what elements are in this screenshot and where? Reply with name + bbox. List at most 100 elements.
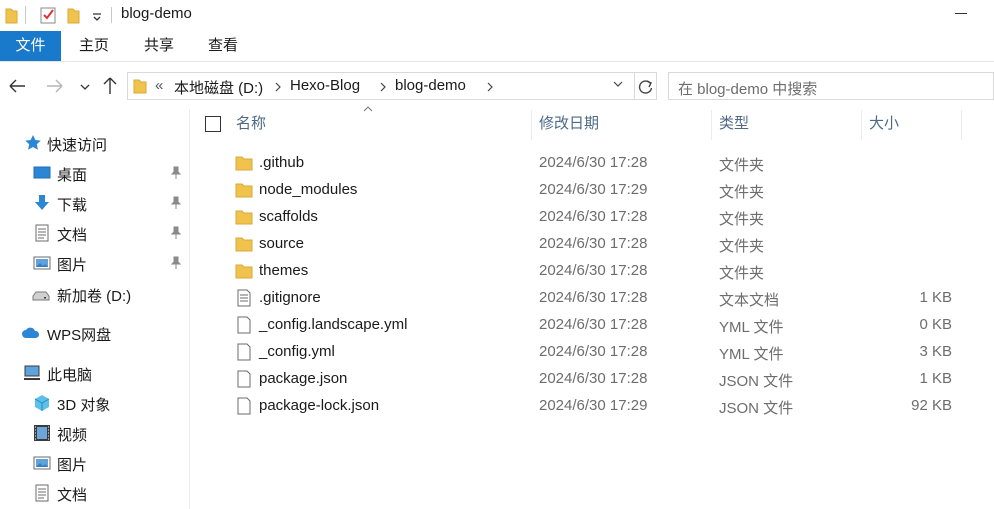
pin-icon[interactable] (170, 196, 182, 210)
file-icon (237, 343, 251, 361)
column-divider[interactable] (861, 110, 862, 140)
sidebar-item-label: 文档 (57, 487, 88, 504)
file-date: 2024/6/30 17:28 (539, 235, 648, 252)
minimize-button[interactable] (955, 13, 967, 14)
address-history-chevron-icon[interactable] (612, 80, 624, 90)
title-bar: blog-demo (0, 0, 994, 30)
sidebar-item-label: 此电脑 (47, 367, 93, 384)
pin-icon[interactable] (170, 256, 182, 270)
forward-arrow-icon[interactable] (44, 74, 66, 98)
folder-icon (235, 156, 253, 171)
sidebar-item-label: 下载 (57, 197, 88, 214)
chevron-right-icon[interactable] (485, 81, 495, 93)
properties-icon[interactable] (39, 5, 57, 25)
file-size: 1 KB (919, 289, 952, 306)
column-divider[interactable] (711, 110, 712, 140)
file-name: _config.yml (259, 343, 335, 360)
file-size: 1 KB (919, 370, 952, 387)
desktop-icon (33, 166, 51, 179)
file-type: JSON 文件 (719, 373, 794, 390)
sidebar-item-drive-d[interactable]: 新加卷 (D:) (0, 280, 188, 308)
file-date: 2024/6/30 17:28 (539, 154, 648, 171)
refresh-icon (638, 80, 653, 94)
sidebar-item-this-pc[interactable]: 此电脑 (0, 359, 188, 387)
file-name: package-lock.json (259, 397, 380, 414)
sidebar-item-documents-pc[interactable]: 文档 (0, 479, 188, 507)
cloud-icon (22, 327, 40, 338)
navigation-pane: 快速访问 桌面 下载 文档 图片 新加卷 (D:) WPS网盘 此电脑 3D 对… (0, 109, 190, 509)
file-row-config[interactable]: _config.yml 2024/6/30 17:28 YML 文件 3 KB (195, 339, 994, 366)
recent-locations-chevron-icon[interactable] (74, 74, 96, 98)
column-header-size[interactable]: 大小 (869, 106, 899, 142)
sidebar-item-3d-objects[interactable]: 3D 对象 (0, 389, 188, 417)
file-type: 文本文档 (719, 292, 780, 309)
file-row-package-lock[interactable]: package-lock.json 2024/6/30 17:29 JSON 文… (195, 393, 994, 420)
file-row-scaffolds[interactable]: scaffolds 2024/6/30 17:28 文件夹 (195, 204, 994, 231)
breadcrumb-drive[interactable]: 本地磁盘 (D:) (174, 77, 263, 98)
file-row-package-json[interactable]: package.json 2024/6/30 17:28 JSON 文件 1 K… (195, 366, 994, 393)
breadcrumb-overflow[interactable]: « (155, 77, 163, 94)
file-row-node-modules[interactable]: node_modules 2024/6/30 17:29 文件夹 (195, 177, 994, 204)
file-type: 文件夹 (719, 184, 765, 201)
chevron-right-icon[interactable] (273, 81, 283, 93)
file-row-gitignore[interactable]: .gitignore 2024/6/30 17:28 文本文档 1 KB (195, 285, 994, 312)
sidebar-item-documents[interactable]: 文档 (0, 219, 188, 247)
select-all-checkbox[interactable] (205, 116, 221, 132)
file-date: 2024/6/30 17:28 (539, 289, 648, 306)
folder-icon (5, 8, 18, 24)
document-icon (35, 224, 49, 242)
file-row-source[interactable]: source 2024/6/30 17:28 文件夹 (195, 231, 994, 258)
refresh-button[interactable] (635, 72, 657, 100)
sidebar-item-quick-access[interactable]: 快速访问 (0, 129, 188, 157)
pin-icon[interactable] (170, 166, 182, 180)
sidebar-item-videos[interactable]: 视频 (0, 419, 188, 447)
file-type: YML 文件 (719, 319, 784, 336)
sidebar-item-label: WPS网盘 (47, 327, 112, 344)
file-name: _config.landscape.yml (259, 316, 408, 333)
sidebar-item-wps-cloud[interactable]: WPS网盘 (0, 319, 188, 347)
breadcrumb-hexo-blog[interactable]: Hexo-Blog (290, 77, 360, 94)
column-header-date[interactable]: 修改日期 (539, 106, 599, 142)
file-name: .github (259, 154, 305, 171)
file-row-config-landscape[interactable]: _config.landscape.yml 2024/6/30 17:28 YM… (195, 312, 994, 339)
file-name: package.json (259, 370, 348, 387)
file-row-themes[interactable]: themes 2024/6/30 17:28 文件夹 (195, 258, 994, 285)
tab-file[interactable]: 文件 (0, 31, 61, 61)
back-arrow-icon[interactable] (6, 74, 28, 98)
address-bar[interactable]: « 本地磁盘 (D:) Hexo-Blog blog-demo (127, 72, 635, 100)
file-type: JSON 文件 (719, 400, 794, 417)
file-icon (237, 316, 251, 334)
chevron-right-icon[interactable] (378, 81, 388, 93)
pin-icon[interactable] (170, 226, 182, 240)
search-input[interactable]: 在 blog-demo 中搜索 (678, 78, 817, 99)
sidebar-item-pictures[interactable]: 图片 (0, 249, 188, 277)
file-type: 文件夹 (719, 238, 765, 255)
breadcrumb-blog-demo[interactable]: blog-demo (395, 77, 466, 94)
file-icon (237, 370, 251, 388)
star-icon (25, 135, 41, 150)
sidebar-item-label: 快速访问 (47, 137, 108, 154)
folder-icon (235, 237, 253, 252)
file-row-github[interactable]: .github 2024/6/30 17:28 文件夹 (195, 150, 994, 177)
column-divider[interactable] (961, 110, 962, 140)
sidebar-item-pictures-pc[interactable]: 图片 (0, 449, 188, 477)
column-header-type[interactable]: 类型 (719, 106, 749, 142)
tab-home[interactable]: 主页 (79, 31, 109, 61)
column-header-name[interactable]: 名称 (236, 106, 266, 142)
tab-view[interactable]: 查看 (208, 31, 238, 61)
column-divider[interactable] (531, 110, 532, 140)
quick-access-divider (25, 6, 26, 24)
sidebar-item-desktop[interactable]: 桌面 (0, 159, 188, 187)
folder-icon (235, 264, 253, 279)
new-folder-icon[interactable] (66, 5, 80, 25)
file-date: 2024/6/30 17:28 (539, 343, 648, 360)
picture-icon (33, 456, 51, 470)
chevron-down-icon[interactable] (91, 5, 103, 25)
file-size: 0 KB (919, 316, 952, 333)
file-date: 2024/6/30 17:28 (539, 262, 648, 279)
tab-share[interactable]: 共享 (144, 31, 174, 61)
search-box[interactable]: 在 blog-demo 中搜索 (668, 72, 994, 100)
sidebar-item-downloads[interactable]: 下载 (0, 189, 188, 217)
file-type: YML 文件 (719, 346, 784, 363)
up-arrow-icon[interactable] (99, 74, 121, 98)
